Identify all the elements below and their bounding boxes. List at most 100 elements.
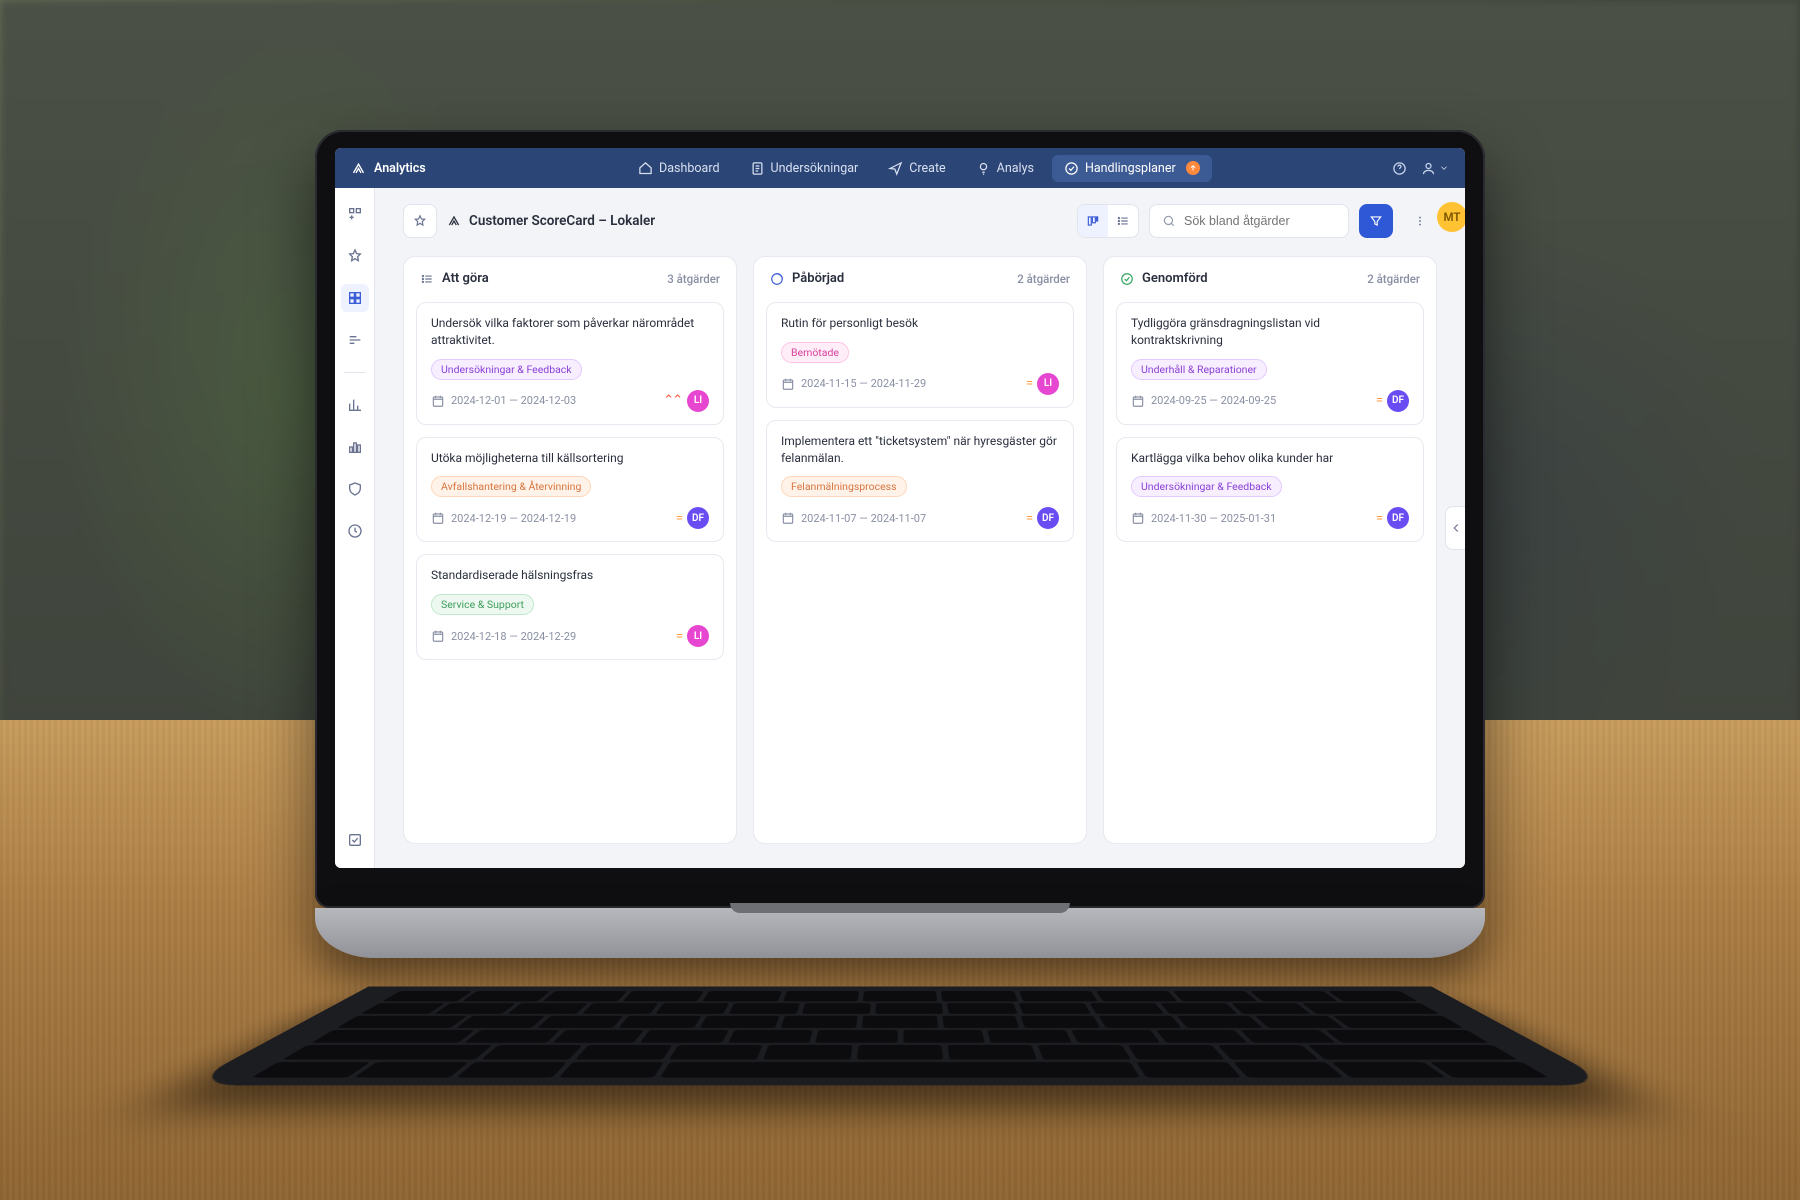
rail-board[interactable]: [341, 284, 369, 312]
list-icon: [1116, 214, 1130, 228]
column-inprogress-count: 2 åtgärder: [1017, 272, 1070, 286]
column-done-title: Genomförd: [1142, 271, 1208, 286]
nav-actionplans-label: Handlingsplaner: [1085, 161, 1176, 176]
rail-security[interactable]: [341, 475, 369, 503]
card-dates: 2024-09-25 — 2024-09-25: [1151, 394, 1276, 407]
rail-tasks[interactable]: [341, 826, 369, 854]
column-done-count: 2 åtgärder: [1367, 272, 1420, 286]
priority-medium-icon: =: [1376, 511, 1381, 526]
card-assignee: LI: [687, 390, 709, 412]
user-menu[interactable]: [1421, 161, 1449, 176]
card-tag: Undersökningar & Feedback: [431, 359, 582, 380]
priority-medium-icon: =: [676, 629, 681, 644]
card[interactable]: Utöka möjligheterna till källsortering A…: [416, 437, 724, 543]
card-dates: 2024-11-07 — 2024-11-07: [801, 512, 926, 525]
column-todo-title: Att göra: [442, 271, 489, 286]
timeline-icon: [347, 332, 363, 348]
chevron-left-icon: [1449, 521, 1463, 535]
filter-icon: [1369, 214, 1383, 228]
progress-icon: [770, 272, 784, 286]
view-toggle: [1077, 204, 1139, 238]
current-user-avatar[interactable]: MT: [1437, 202, 1465, 232]
notification-badge: [1186, 161, 1200, 175]
rail-timeline[interactable]: [341, 326, 369, 354]
column-todo-count: 3 åtgärder: [667, 272, 720, 286]
check-done-icon: [1120, 272, 1134, 286]
nav-actionplans[interactable]: Handlingsplaner: [1052, 155, 1212, 182]
card[interactable]: Tydliggöra gränsdragningslistan vid kont…: [1116, 302, 1424, 425]
card-tag: Undersökningar & Feedback: [1131, 476, 1282, 497]
rail-apps[interactable]: [341, 200, 369, 228]
rail-reports[interactable]: [341, 391, 369, 419]
nav-surveys-label: Undersökningar: [771, 161, 859, 176]
app-name: Analytics: [374, 161, 426, 176]
card-assignee: DF: [687, 507, 709, 529]
favorite-toggle[interactable]: [403, 204, 437, 238]
logo-small-icon: [447, 214, 461, 228]
priority-medium-icon: =: [1026, 511, 1031, 526]
top-bar: Analytics Dashboard Undersökningar Creat…: [335, 148, 1465, 188]
chart-icon: [347, 397, 363, 413]
card[interactable]: Undersök vilka faktorer som påverkar när…: [416, 302, 724, 425]
calendar-icon: [431, 394, 445, 408]
card-assignee: DF: [1387, 507, 1409, 529]
filter-button[interactable]: [1359, 204, 1393, 238]
card[interactable]: Standardiserade hälsningsfras Service & …: [416, 554, 724, 660]
nav-analysis[interactable]: Analys: [964, 155, 1046, 182]
card-title: Rutin för personligt besök: [781, 315, 1059, 332]
card-assignee: DF: [1387, 390, 1409, 412]
drawer-toggle[interactable]: [1445, 506, 1465, 550]
search-icon: [1162, 214, 1176, 228]
star-icon: [347, 248, 363, 264]
card-title: Kartlägga vilka behov olika kunder har: [1131, 450, 1409, 467]
card-tag: Felanmälningsprocess: [781, 476, 907, 497]
nav-create[interactable]: Create: [876, 155, 957, 182]
search-input[interactable]: [1184, 214, 1324, 228]
help-icon: [1392, 161, 1407, 176]
side-rail: [335, 188, 375, 868]
priority-medium-icon: =: [676, 511, 681, 526]
logo-icon: [351, 161, 366, 176]
card-dates: 2024-12-18 — 2024-12-29: [451, 630, 576, 643]
column-todo: Att göra 3 åtgärder Undersök vilka fakto…: [403, 256, 737, 844]
grid-icon: [347, 290, 363, 306]
nav-dashboard[interactable]: Dashboard: [626, 155, 731, 182]
rail-history[interactable]: [341, 517, 369, 545]
nav-surveys[interactable]: Undersökningar: [738, 155, 871, 182]
home-icon: [638, 161, 653, 176]
brand: Analytics: [351, 161, 426, 176]
card-title: Utöka möjligheterna till källsortering: [431, 450, 709, 467]
card[interactable]: Implementera ett "ticketsystem" när hyre…: [766, 420, 1074, 543]
card[interactable]: Kartlägga vilka behov olika kunder har U…: [1116, 437, 1424, 543]
more-button[interactable]: [1403, 204, 1437, 238]
search-box[interactable]: [1149, 204, 1349, 238]
nav-analysis-label: Analys: [997, 161, 1034, 176]
rail-favorites[interactable]: [341, 242, 369, 270]
checkbox-icon: [347, 832, 363, 848]
column-inprogress-title: Påbörjad: [792, 271, 844, 286]
calendar-icon: [1131, 511, 1145, 525]
card-title: Implementera ett "ticketsystem" när hyre…: [781, 433, 1059, 467]
card-tag: Underhåll & Reparationer: [1131, 359, 1267, 380]
card-assignee: LI: [1037, 373, 1059, 395]
send-icon: [888, 161, 903, 176]
page-toolbar: Customer ScoreCard – Lokaler: [403, 204, 1437, 238]
calendar-icon: [431, 511, 445, 525]
card-title: Undersök vilka faktorer som påverkar när…: [431, 315, 709, 349]
priority-high-icon: ⌃⌃: [663, 393, 681, 408]
priority-medium-icon: =: [1376, 393, 1381, 408]
calendar-icon: [781, 511, 795, 525]
card-assignee: LI: [687, 625, 709, 647]
view-board-button[interactable]: [1078, 205, 1108, 237]
view-list-button[interactable]: [1108, 205, 1138, 237]
page-title-wrap: Customer ScoreCard – Lokaler: [447, 213, 655, 229]
column-inprogress: Påbörjad 2 åtgärder Rutin för personligt…: [753, 256, 1087, 844]
apps-icon: [347, 206, 363, 222]
help-button[interactable]: [1392, 161, 1407, 176]
card[interactable]: Rutin för personligt besök Bemötade 2024…: [766, 302, 1074, 408]
rail-insights[interactable]: [341, 433, 369, 461]
calendar-icon: [1131, 394, 1145, 408]
card-title: Standardiserade hälsningsfras: [431, 567, 709, 584]
card-dates: 2024-12-19 — 2024-12-19: [451, 512, 576, 525]
card-title: Tydliggöra gränsdragningslistan vid kont…: [1131, 315, 1409, 349]
